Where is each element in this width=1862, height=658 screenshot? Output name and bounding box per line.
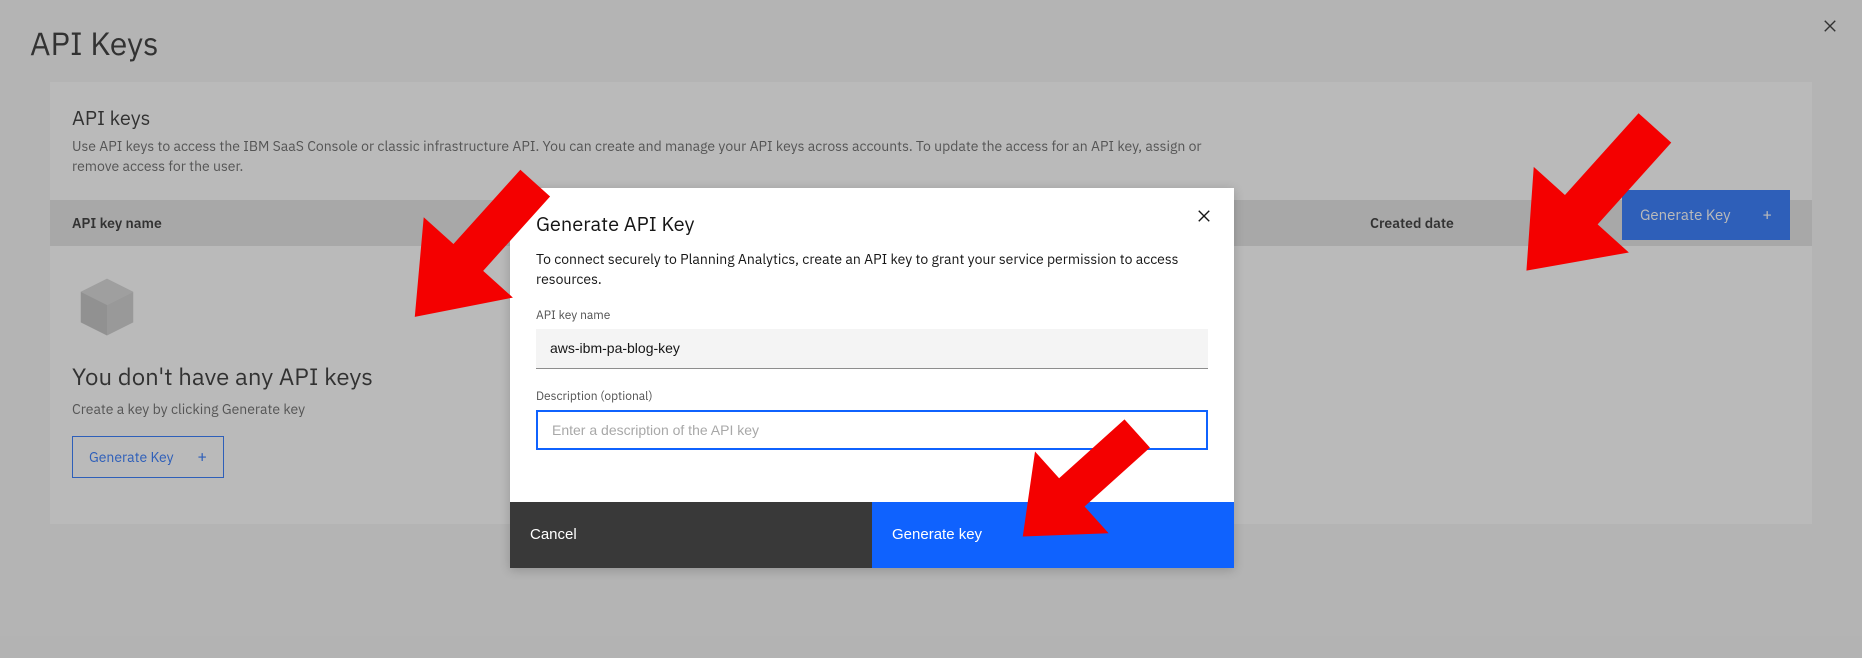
modal-header: Generate API Key <box>510 188 1234 247</box>
modal-description: To connect securely to Planning Analytic… <box>510 247 1234 302</box>
modal-close-button[interactable] <box>1192 204 1216 228</box>
api-key-description-field: Description (optional) <box>510 383 1234 450</box>
modal-title: Generate API Key <box>536 210 1208 237</box>
api-key-name-label: API key name <box>536 308 1208 323</box>
api-key-description-input[interactable] <box>536 410 1208 450</box>
cancel-button[interactable]: Cancel <box>510 502 872 568</box>
generate-key-button[interactable]: Generate key <box>872 502 1234 568</box>
api-key-description-label: Description (optional) <box>536 389 1208 404</box>
modal-actions: Cancel Generate key <box>510 502 1234 568</box>
api-key-name-input[interactable] <box>536 329 1208 369</box>
close-icon <box>1197 209 1211 223</box>
api-key-name-field: API key name <box>510 302 1234 369</box>
generate-api-key-modal: Generate API Key To connect securely to … <box>510 188 1234 568</box>
